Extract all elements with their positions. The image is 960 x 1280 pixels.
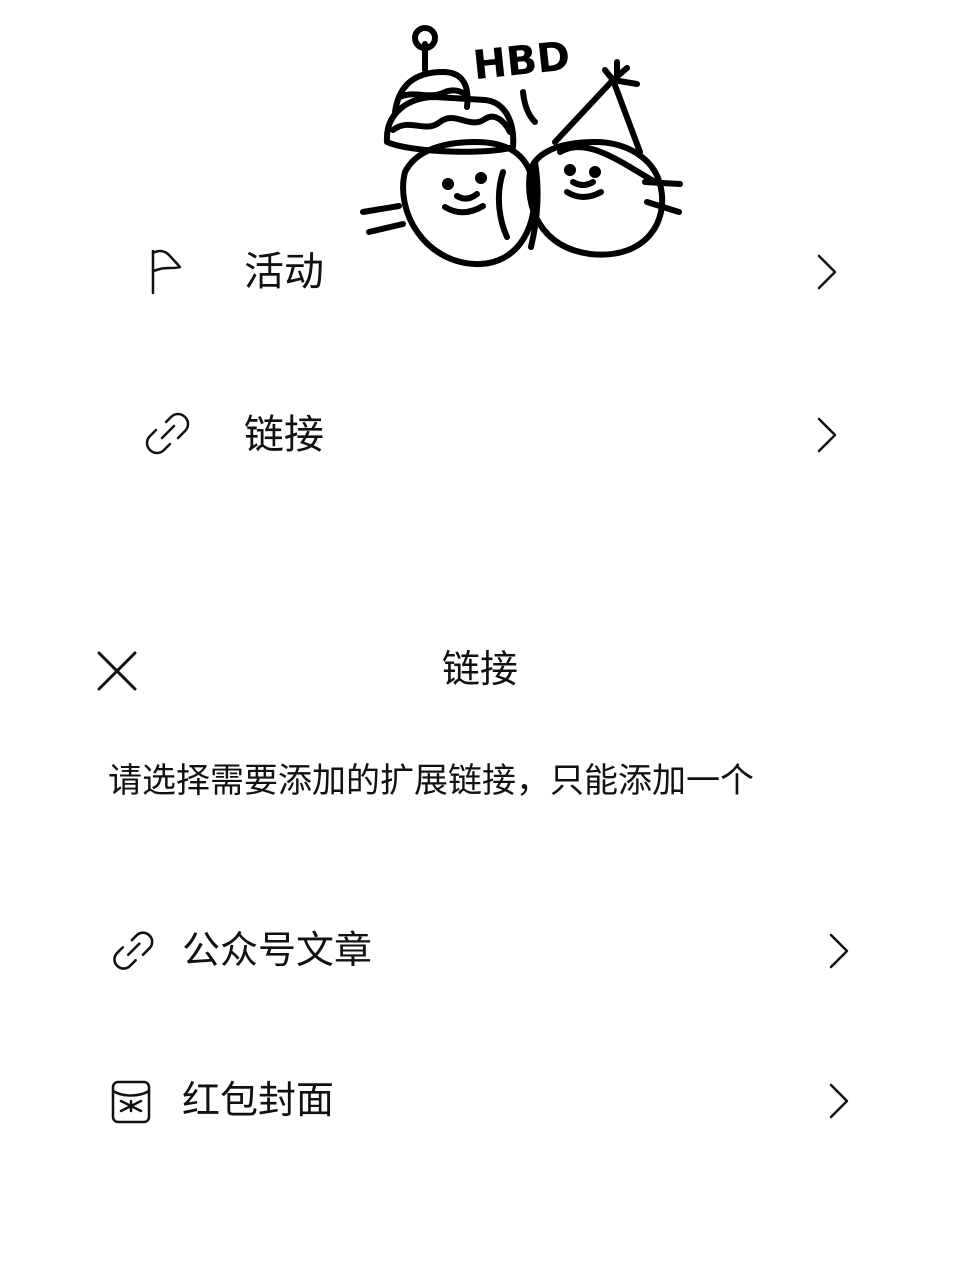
- option-label: 红包封面: [182, 1078, 335, 1122]
- chevron-right-icon: [826, 1082, 852, 1120]
- option-red-envelope-cover[interactable]: 红包封面: [0, 1055, 960, 1145]
- red-envelope-icon: [108, 1079, 154, 1125]
- menu-item-activity[interactable]: 活动: [0, 225, 960, 315]
- option-official-account-article[interactable]: 公众号文章: [0, 905, 960, 995]
- chevron-right-icon: [814, 416, 840, 454]
- menu-item-link[interactable]: 链接: [0, 388, 960, 478]
- chevron-right-icon: [826, 932, 852, 970]
- link-icon: [140, 410, 190, 460]
- sheet-description: 请选择需要添加的扩展链接，只能添加一个: [108, 761, 754, 801]
- option-label: 公众号文章: [182, 928, 373, 972]
- link-icon: [108, 929, 154, 975]
- sticker-text: HBD: [471, 33, 572, 89]
- close-icon: [97, 651, 137, 691]
- close-button[interactable]: [94, 648, 140, 694]
- menu-item-label: 链接: [244, 412, 324, 458]
- menu-item-label: 活动: [244, 249, 324, 295]
- sheet-title: 链接: [441, 647, 518, 691]
- chevron-right-icon: [814, 253, 840, 291]
- flag-icon: [140, 247, 190, 297]
